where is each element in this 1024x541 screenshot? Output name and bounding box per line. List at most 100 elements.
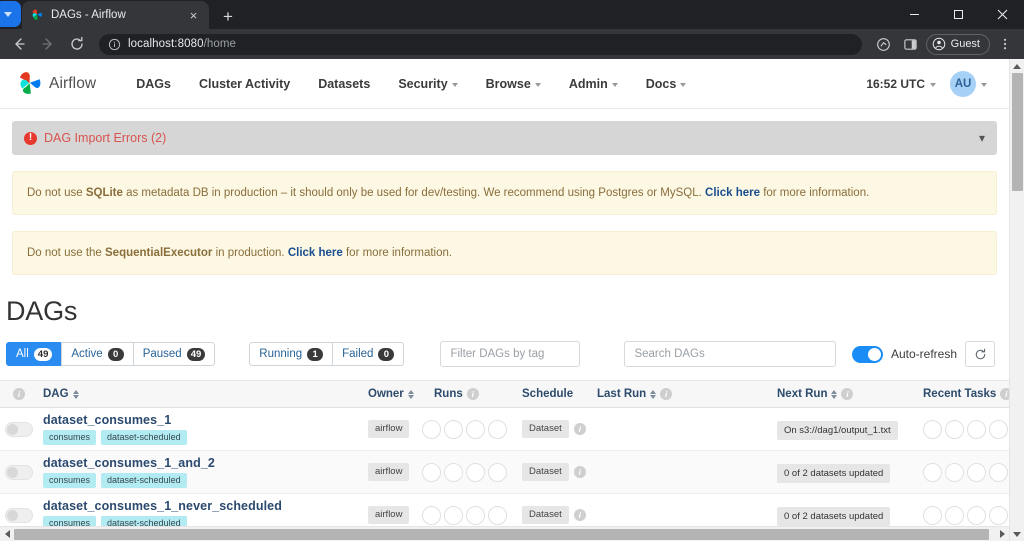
dag-pause-toggle[interactable]: [5, 465, 33, 480]
minimize-icon[interactable]: [892, 0, 936, 29]
run-state-dot[interactable]: [466, 420, 485, 439]
table-row[interactable]: dataset_consumes_1_never_scheduled consu…: [0, 494, 1009, 526]
warning-link[interactable]: Click here: [705, 187, 760, 199]
dag-tag[interactable]: consumes: [43, 430, 96, 445]
nav-item-datasets[interactable]: Datasets: [304, 77, 384, 91]
task-state-dot[interactable]: [967, 506, 986, 525]
run-state-dot[interactable]: [422, 506, 441, 525]
run-state-dot[interactable]: [466, 463, 485, 482]
nav-item-dags[interactable]: DAGs: [122, 77, 185, 91]
vertical-scroll-track[interactable]: [1010, 73, 1024, 527]
tag-filter-input[interactable]: Filter DAGs by tag: [440, 341, 580, 367]
filter-running-button[interactable]: Running 1: [249, 342, 333, 366]
back-arrow-icon[interactable]: [7, 32, 31, 56]
address-bar[interactable]: localhost:8080/home: [99, 34, 862, 55]
tab-search-button[interactable]: [0, 0, 22, 28]
info-icon[interactable]: i: [574, 509, 586, 521]
task-state-dot[interactable]: [989, 420, 1008, 439]
scroll-up-arrow-icon[interactable]: [1010, 59, 1024, 73]
run-state-dot[interactable]: [444, 463, 463, 482]
task-state-dot[interactable]: [945, 420, 964, 439]
info-icon[interactable]: i: [574, 466, 586, 478]
dag-import-errors-banner[interactable]: ! DAG Import Errors (2) ▾: [12, 121, 997, 155]
info-icon[interactable]: i: [574, 423, 586, 435]
airflow-brand[interactable]: Airflow: [16, 70, 96, 97]
profile-button[interactable]: Guest: [926, 34, 990, 55]
dag-tag[interactable]: consumes: [43, 473, 96, 488]
vertical-scroll-thumb[interactable]: [1012, 73, 1023, 191]
dag-name-link[interactable]: dataset_consumes_1_and_2: [43, 456, 368, 470]
vertical-scrollbar[interactable]: [1009, 59, 1024, 541]
sort-icon[interactable]: [650, 390, 656, 399]
auto-refresh-toggle[interactable]: [852, 346, 883, 363]
table-row[interactable]: dataset_consumes_1 consumes dataset-sche…: [0, 408, 1009, 451]
search-input[interactable]: Search DAGs: [624, 341, 836, 367]
sort-icon[interactable]: [408, 390, 414, 399]
chevron-down-icon[interactable]: ▾: [979, 131, 985, 145]
horizontal-scroll-thumb[interactable]: [14, 529, 989, 540]
filter-paused-button[interactable]: Paused 49: [133, 342, 216, 366]
scroll-down-arrow-icon[interactable]: [1010, 527, 1024, 541]
nav-item-browse[interactable]: Browse: [472, 77, 555, 91]
extensions-icon[interactable]: [872, 32, 896, 56]
header-owner[interactable]: Owner: [368, 388, 422, 400]
dag-tag[interactable]: dataset-scheduled: [101, 473, 187, 488]
run-state-dot[interactable]: [488, 506, 507, 525]
dag-tag[interactable]: dataset-scheduled: [101, 430, 187, 445]
scroll-right-arrow-icon[interactable]: [995, 527, 1009, 541]
refresh-button[interactable]: [965, 341, 995, 367]
dag-name-link[interactable]: dataset_consumes_1_never_scheduled: [43, 499, 368, 513]
task-state-dot[interactable]: [967, 420, 986, 439]
filter-active-button[interactable]: Active 0: [61, 342, 133, 366]
sort-icon[interactable]: [73, 390, 79, 399]
close-icon[interactable]: [980, 0, 1024, 29]
task-state-dot[interactable]: [923, 420, 942, 439]
close-icon[interactable]: ×: [186, 9, 201, 22]
run-state-dot[interactable]: [444, 420, 463, 439]
info-icon[interactable]: i: [1000, 388, 1009, 400]
run-state-dot[interactable]: [422, 420, 441, 439]
info-icon[interactable]: i: [841, 388, 853, 400]
header-next-run[interactable]: Next Run i: [777, 388, 905, 400]
dag-name-link[interactable]: dataset_consumes_1: [43, 413, 368, 427]
browser-tab[interactable]: DAGs - Airflow ×: [22, 1, 209, 29]
run-state-dot[interactable]: [488, 463, 507, 482]
dag-pause-toggle[interactable]: [5, 508, 33, 523]
forward-arrow-icon[interactable]: [36, 32, 60, 56]
task-state-dot[interactable]: [923, 506, 942, 525]
task-state-dot[interactable]: [967, 463, 986, 482]
run-state-dot[interactable]: [488, 420, 507, 439]
filter-all-button[interactable]: All 49: [6, 342, 62, 366]
info-icon[interactable]: i: [467, 388, 479, 400]
task-state-dot[interactable]: [945, 506, 964, 525]
three-dot-menu-icon[interactable]: [993, 32, 1017, 56]
run-state-dot[interactable]: [422, 463, 441, 482]
horizontal-scrollbar[interactable]: [0, 526, 1009, 541]
warning-link[interactable]: Click here: [288, 247, 343, 259]
dag-tag[interactable]: consumes: [43, 516, 96, 526]
reload-icon[interactable]: [65, 32, 89, 56]
scroll-left-arrow-icon[interactable]: [0, 527, 14, 541]
task-state-dot[interactable]: [989, 506, 1008, 525]
nav-item-docs[interactable]: Docs: [632, 77, 701, 91]
maximize-icon[interactable]: [936, 0, 980, 29]
info-icon[interactable]: i: [660, 388, 672, 400]
table-row[interactable]: dataset_consumes_1_and_2 consumes datase…: [0, 451, 1009, 494]
run-state-dot[interactable]: [466, 506, 485, 525]
task-state-dot[interactable]: [923, 463, 942, 482]
utc-clock[interactable]: 16:52 UTC: [866, 77, 936, 91]
run-state-dot[interactable]: [444, 506, 463, 525]
new-tab-button[interactable]: +: [223, 8, 233, 25]
task-state-dot[interactable]: [989, 463, 1008, 482]
header-last-run[interactable]: Last Run i: [597, 388, 777, 400]
sort-icon[interactable]: [831, 390, 837, 399]
horizontal-scroll-track[interactable]: [14, 527, 995, 541]
task-state-dot[interactable]: [945, 463, 964, 482]
nav-item-security[interactable]: Security: [384, 77, 471, 91]
info-icon[interactable]: i: [13, 388, 25, 400]
dag-pause-toggle[interactable]: [5, 422, 33, 437]
header-dag[interactable]: DAG: [38, 388, 368, 400]
side-panel-icon[interactable]: [899, 32, 923, 56]
site-info-icon[interactable]: [108, 38, 121, 51]
user-menu[interactable]: AU: [950, 71, 987, 97]
